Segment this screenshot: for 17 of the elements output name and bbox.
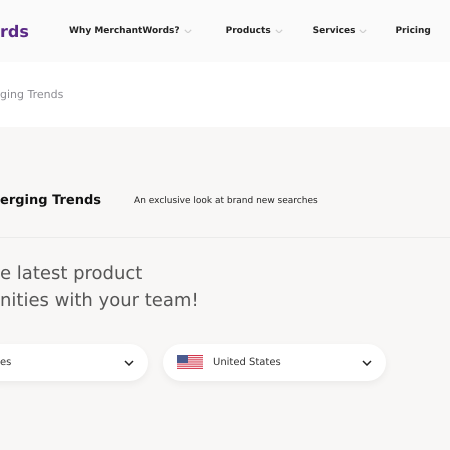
chevron-down-icon	[124, 360, 134, 366]
nav-link[interactable]: Pricing	[395, 26, 431, 36]
heading-line: nities with your team!	[0, 289, 200, 313]
chevron-down-icon	[362, 360, 372, 366]
section-title: erging Trends	[0, 193, 102, 208]
chevron-down-icon	[359, 28, 368, 34]
heading-line: e latest product	[0, 262, 144, 286]
dropdown-select[interactable]: United States	[163, 344, 386, 381]
nav-link[interactable]: Why MerchantWords?	[69, 26, 192, 36]
chevron-down-icon	[274, 28, 283, 34]
logo[interactable]: rds	[0, 22, 69, 40]
flag-icon	[177, 355, 203, 370]
nav-link[interactable]: Products	[226, 26, 283, 36]
nav-link[interactable]: Services	[312, 26, 368, 36]
section-subtitle: An exclusive look at brand new searches	[134, 196, 318, 206]
chevron-down-icon	[184, 28, 192, 34]
dropdown-select[interactable]: es	[0, 344, 148, 381]
